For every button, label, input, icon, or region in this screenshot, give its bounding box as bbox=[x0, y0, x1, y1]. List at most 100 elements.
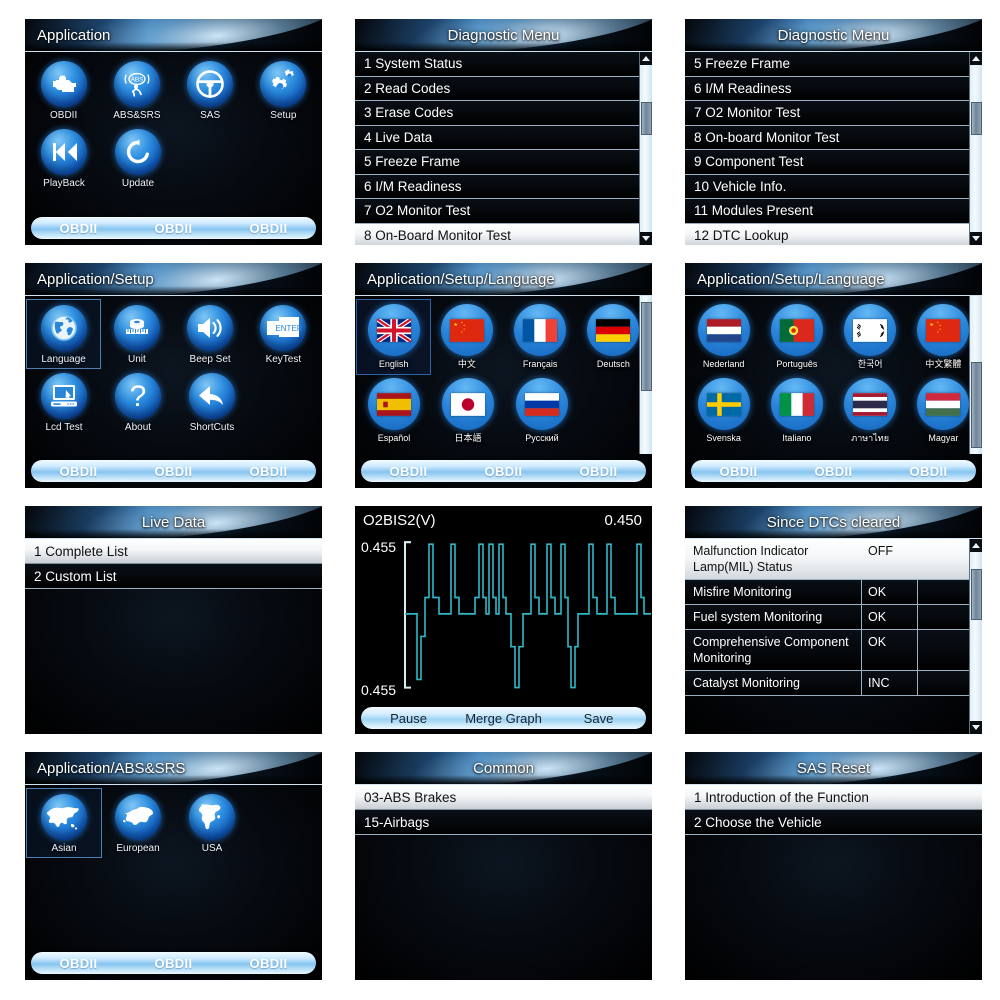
scroll-down-arrow-icon[interactable] bbox=[639, 232, 652, 245]
setup-icon-beep-set[interactable]: Beep Set bbox=[174, 300, 247, 368]
language-option-dutch[interactable]: Nederland bbox=[687, 300, 760, 374]
monitor-status: INC bbox=[861, 671, 917, 695]
obdii-button-1[interactable]: OBDII bbox=[361, 464, 456, 479]
table-row[interactable]: Misfire Monitoring OK bbox=[685, 580, 969, 605]
region-option-european[interactable]: European bbox=[101, 789, 175, 857]
obdii-button-3[interactable]: OBDII bbox=[881, 464, 976, 479]
list-item[interactable]: 4 Live Data bbox=[355, 125, 639, 150]
scroll-track[interactable] bbox=[640, 296, 653, 454]
panel-title: Application/Setup bbox=[37, 271, 154, 288]
app-icon-update[interactable]: Update bbox=[101, 124, 175, 192]
list-item[interactable]: 7 O2 Monitor Test bbox=[355, 199, 639, 224]
scroll-track[interactable] bbox=[640, 65, 653, 232]
setup-icon-shortcuts[interactable]: ShortCuts bbox=[175, 368, 249, 436]
pause-button[interactable]: Pause bbox=[361, 711, 456, 726]
language-option-korean[interactable]: 한국어 bbox=[834, 300, 907, 374]
list-item-selected[interactable]: 03-ABS Brakes bbox=[355, 785, 652, 810]
obdii-button-2[interactable]: OBDII bbox=[456, 464, 551, 479]
table-row[interactable]: Fuel system Monitoring OK bbox=[685, 605, 969, 630]
panel-application: Application OBDII ABS ABS&SRS SAS Setup … bbox=[25, 19, 322, 245]
list-item[interactable]: 2 Custom List bbox=[25, 564, 322, 589]
scroll-thumb[interactable] bbox=[970, 362, 982, 448]
scrollbar[interactable] bbox=[969, 52, 982, 245]
scrollbar[interactable] bbox=[969, 296, 982, 454]
scrollbar[interactable] bbox=[639, 296, 652, 454]
obdii-button-2[interactable]: OBDII bbox=[126, 956, 221, 971]
scrollbar[interactable] bbox=[969, 539, 982, 734]
list-item[interactable]: 7 O2 Monitor Test bbox=[685, 101, 969, 126]
table-row[interactable]: Comprehensive Component Monitoring OK bbox=[685, 630, 969, 671]
obdii-button-1[interactable]: OBDII bbox=[691, 464, 786, 479]
obdii-button-3[interactable]: OBDII bbox=[551, 464, 646, 479]
list-item-selected[interactable]: 1 Complete List bbox=[25, 539, 322, 564]
obdii-button-2[interactable]: OBDII bbox=[786, 464, 881, 479]
list-item[interactable]: 6 I/M Readiness bbox=[355, 174, 639, 199]
list-item[interactable]: 9 Component Test bbox=[685, 150, 969, 175]
language-option-portuguese[interactable]: Português bbox=[760, 300, 833, 374]
obdii-button-1[interactable]: OBDII bbox=[31, 956, 126, 971]
scroll-track[interactable] bbox=[970, 552, 983, 721]
list-item[interactable]: 10 Vehicle Info. bbox=[685, 174, 969, 199]
list-item[interactable]: 3 Erase Codes bbox=[355, 101, 639, 126]
language-option-thai[interactable]: ภาษาไทย bbox=[834, 374, 907, 448]
list-item[interactable]: 2 Choose the Vehicle bbox=[685, 810, 982, 835]
titlebar-sas-reset: SAS Reset bbox=[685, 752, 982, 785]
list-item-selected[interactable]: 12 DTC Lookup bbox=[685, 223, 969, 245]
region-option-usa[interactable]: USA bbox=[175, 789, 249, 857]
language-option-spanish[interactable]: Español bbox=[357, 374, 431, 448]
scroll-down-arrow-icon[interactable] bbox=[969, 721, 982, 734]
scrollbar[interactable] bbox=[639, 52, 652, 245]
list-item[interactable]: 2 Read Codes bbox=[355, 76, 639, 101]
list-item-selected[interactable]: 1 Introduction of the Function bbox=[685, 785, 982, 810]
app-icon-setup[interactable]: Setup bbox=[247, 56, 320, 124]
obdii-button-1[interactable]: OBDII bbox=[31, 464, 126, 479]
list-item[interactable]: 15-Airbags bbox=[355, 810, 652, 835]
scroll-thumb[interactable] bbox=[640, 101, 652, 136]
language-option-japanese[interactable]: 日本語 bbox=[431, 374, 505, 448]
app-icon-obdii[interactable]: OBDII bbox=[27, 56, 100, 124]
list-item[interactable]: 11 Modules Present bbox=[685, 199, 969, 224]
language-option-english[interactable]: English bbox=[355, 299, 432, 375]
obdii-button-2[interactable]: OBDII bbox=[126, 221, 221, 236]
obdii-button-1[interactable]: OBDII bbox=[31, 221, 126, 236]
scroll-track[interactable] bbox=[970, 65, 983, 232]
language-option-italian[interactable]: Italiano bbox=[760, 374, 833, 448]
obdii-button-2[interactable]: OBDII bbox=[126, 464, 221, 479]
setup-icon-language[interactable]: Language bbox=[25, 299, 102, 369]
list-item[interactable]: 5 Freeze Frame bbox=[685, 52, 969, 77]
language-option-french[interactable]: Français bbox=[504, 300, 577, 374]
scroll-track[interactable] bbox=[970, 296, 983, 454]
app-icon-abs-srs[interactable]: ABS ABS&SRS bbox=[100, 56, 173, 124]
list-item-selected[interactable]: 8 On-Board Monitor Test bbox=[355, 223, 639, 245]
app-icon-playback[interactable]: PlayBack bbox=[27, 124, 101, 192]
language-option-russian[interactable]: Pусский bbox=[505, 374, 579, 448]
setup-icon-unit[interactable]: Unit bbox=[100, 300, 173, 368]
scroll-thumb[interactable] bbox=[970, 101, 982, 136]
app-icon-sas[interactable]: SAS bbox=[174, 56, 247, 124]
region-option-asian[interactable]: Asian bbox=[26, 788, 102, 858]
monitor-status: OFF bbox=[868, 544, 893, 558]
setup-icon-lcd-test[interactable]: Lcd Test bbox=[27, 368, 101, 436]
obdii-button-3[interactable]: OBDII bbox=[221, 956, 316, 971]
scroll-up-arrow-icon[interactable] bbox=[969, 539, 982, 552]
obdii-button-3[interactable]: OBDII bbox=[221, 221, 316, 236]
scroll-thumb[interactable] bbox=[970, 568, 982, 620]
list-item[interactable]: 8 On-board Monitor Test bbox=[685, 125, 969, 150]
list-item[interactable]: 1 System Status bbox=[355, 52, 639, 77]
setup-icon-about[interactable]: ? About bbox=[101, 368, 175, 436]
scroll-up-arrow-icon[interactable] bbox=[639, 52, 652, 65]
merge-graph-button[interactable]: Merge Graph bbox=[456, 711, 551, 726]
language-option-swedish[interactable]: Svenska bbox=[687, 374, 760, 448]
obdii-button-3[interactable]: OBDII bbox=[221, 464, 316, 479]
scroll-down-arrow-icon[interactable] bbox=[969, 232, 982, 245]
scroll-thumb[interactable] bbox=[640, 302, 652, 391]
language-option-chinese[interactable]: 中文 bbox=[430, 300, 503, 374]
scroll-up-arrow-icon[interactable] bbox=[969, 52, 982, 65]
menu-items: 1 Complete List 2 Custom List bbox=[25, 539, 322, 734]
list-item[interactable]: 5 Freeze Frame bbox=[355, 150, 639, 175]
table-row[interactable]: Catalyst Monitoring INC bbox=[685, 671, 969, 696]
save-button[interactable]: Save bbox=[551, 711, 646, 726]
list-item[interactable]: 6 I/M Readiness bbox=[685, 76, 969, 101]
table-row[interactable]: Malfunction Indicator Lamp(MIL) Status O… bbox=[685, 539, 969, 580]
setup-icon-keytest[interactable]: ENTER KeyTest bbox=[247, 300, 320, 368]
